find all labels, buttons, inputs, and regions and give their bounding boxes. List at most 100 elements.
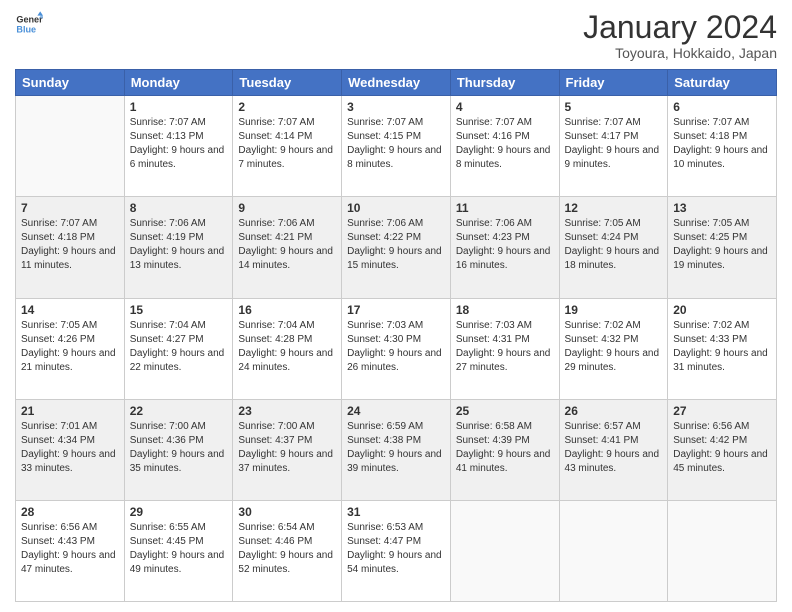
day-info: Sunrise: 7:01 AMSunset: 4:34 PMDaylight:… <box>21 420 119 476</box>
page: General Blue January 2024 Toyoura, Hokka… <box>0 0 792 612</box>
table-row: 20Sunrise: 7:02 AMSunset: 4:33 PMDayligh… <box>668 298 777 399</box>
table-row <box>16 96 125 197</box>
day-number: 29 <box>130 505 228 519</box>
table-row: 2 Sunrise: 7:07 AMSunset: 4:14 PMDaylight… <box>233 96 342 197</box>
day-info: Sunrise: 7:00 AMSunset: 4:36 PMDaylight:… <box>130 420 228 476</box>
day-info: Sunrise: 7:04 AMSunset: 4:27 PMDaylight:… <box>130 319 228 375</box>
table-row <box>559 500 668 601</box>
day-number: 1 <box>130 100 228 114</box>
table-row: 24Sunrise: 6:59 AMSunset: 4:38 PMDayligh… <box>342 399 451 500</box>
calendar-week-row: 28 Sunrise: 6:56 AMSunset: 4:43 PMDayligh… <box>16 500 777 601</box>
day-number: 25 <box>456 404 554 418</box>
day-number: 6 <box>673 100 771 114</box>
table-row <box>450 500 559 601</box>
col-friday: Friday <box>559 70 668 96</box>
day-info: Sunrise: 7:02 AMSunset: 4:32 PMDaylight:… <box>565 319 663 375</box>
day-number: 31 <box>347 505 445 519</box>
day-number: 2 <box>238 100 336 114</box>
svg-text:General: General <box>16 15 43 25</box>
table-row: 19Sunrise: 7:02 AMSunset: 4:32 PMDayligh… <box>559 298 668 399</box>
day-number: 23 <box>238 404 336 418</box>
table-row: 4Sunrise: 7:07 AMSunset: 4:16 PMDaylight… <box>450 96 559 197</box>
day-info: Sunrise: 7:06 AMSunset: 4:19 PMDaylight:… <box>130 217 228 273</box>
table-row: 26Sunrise: 6:57 AMSunset: 4:41 PMDayligh… <box>559 399 668 500</box>
day-info: Sunrise: 7:04 AMSunset: 4:28 PMDaylight:… <box>238 319 336 375</box>
day-number: 7 <box>21 201 119 215</box>
table-row: 30Sunrise: 6:54 AMSunset: 4:46 PMDayligh… <box>233 500 342 601</box>
day-number: 16 <box>238 303 336 317</box>
day-info: Sunrise: 6:59 AMSunset: 4:38 PMDaylight:… <box>347 420 445 476</box>
col-thursday: Thursday <box>450 70 559 96</box>
table-row <box>668 500 777 601</box>
col-wednesday: Wednesday <box>342 70 451 96</box>
table-row: 7Sunrise: 7:07 AMSunset: 4:18 PMDaylight… <box>16 197 125 298</box>
day-info: Sunrise: 6:54 AMSunset: 4:46 PMDaylight:… <box>238 521 336 577</box>
day-number: 27 <box>673 404 771 418</box>
table-row: 14 Sunrise: 7:05 AMSunset: 4:26 PMDayligh… <box>16 298 125 399</box>
day-info: Sunrise: 6:56 AMSunset: 4:42 PMDaylight:… <box>673 420 771 476</box>
day-number: 21 <box>21 404 119 418</box>
day-number: 22 <box>130 404 228 418</box>
day-number: 13 <box>673 201 771 215</box>
subtitle: Toyoura, Hokkaido, Japan <box>583 45 777 61</box>
day-number: 26 <box>565 404 663 418</box>
day-number: 28 <box>21 505 119 519</box>
day-info: Sunrise: 6:56 AMSunset: 4:43 PMDaylight:… <box>21 521 119 577</box>
day-info: Sunrise: 7:07 AMSunset: 4:17 PMDaylight:… <box>565 116 663 172</box>
table-row: 6 Sunrise: 7:07 AMSunset: 4:18 PMDaylight… <box>668 96 777 197</box>
col-saturday: Saturday <box>668 70 777 96</box>
table-row: 15Sunrise: 7:04 AMSunset: 4:27 PMDayligh… <box>124 298 233 399</box>
table-row: 23Sunrise: 7:00 AMSunset: 4:37 PMDayligh… <box>233 399 342 500</box>
day-number: 14 <box>21 303 119 317</box>
day-info: Sunrise: 7:03 AMSunset: 4:30 PMDaylight:… <box>347 319 445 375</box>
table-row: 5 Sunrise: 7:07 AMSunset: 4:17 PMDaylight… <box>559 96 668 197</box>
calendar-week-row: 7Sunrise: 7:07 AMSunset: 4:18 PMDaylight… <box>16 197 777 298</box>
table-row: 11Sunrise: 7:06 AMSunset: 4:23 PMDayligh… <box>450 197 559 298</box>
day-number: 11 <box>456 201 554 215</box>
table-row: 21 Sunrise: 7:01 AMSunset: 4:34 PMDayligh… <box>16 399 125 500</box>
day-info: Sunrise: 7:07 AMSunset: 4:15 PMDaylight:… <box>347 116 445 172</box>
header: General Blue January 2024 Toyoura, Hokka… <box>15 10 777 61</box>
col-monday: Monday <box>124 70 233 96</box>
day-info: Sunrise: 7:03 AMSunset: 4:31 PMDaylight:… <box>456 319 554 375</box>
calendar-header-row: Sunday Monday Tuesday Wednesday Thursday… <box>16 70 777 96</box>
day-number: 5 <box>565 100 663 114</box>
table-row: 10 Sunrise: 7:06 AMSunset: 4:22 PMDayligh… <box>342 197 451 298</box>
table-row: 31 Sunrise: 6:53 AMSunset: 4:47 PMDayligh… <box>342 500 451 601</box>
table-row: 17 Sunrise: 7:03 AMSunset: 4:30 PMDayligh… <box>342 298 451 399</box>
day-info: Sunrise: 7:06 AMSunset: 4:22 PMDaylight:… <box>347 217 445 273</box>
calendar-week-row: 21 Sunrise: 7:01 AMSunset: 4:34 PMDayligh… <box>16 399 777 500</box>
day-number: 3 <box>347 100 445 114</box>
day-number: 8 <box>130 201 228 215</box>
day-number: 18 <box>456 303 554 317</box>
day-info: Sunrise: 7:05 AMSunset: 4:26 PMDaylight:… <box>21 319 119 375</box>
table-row: 29 Sunrise: 6:55 AMSunset: 4:45 PMDayligh… <box>124 500 233 601</box>
day-number: 4 <box>456 100 554 114</box>
day-number: 10 <box>347 201 445 215</box>
calendar-table: Sunday Monday Tuesday Wednesday Thursday… <box>15 69 777 602</box>
day-info: Sunrise: 7:07 AMSunset: 4:18 PMDaylight:… <box>673 116 771 172</box>
col-sunday: Sunday <box>16 70 125 96</box>
day-info: Sunrise: 6:55 AMSunset: 4:45 PMDaylight:… <box>130 521 228 577</box>
table-row: 9Sunrise: 7:06 AMSunset: 4:21 PMDaylight… <box>233 197 342 298</box>
calendar-week-row: 14 Sunrise: 7:05 AMSunset: 4:26 PMDayligh… <box>16 298 777 399</box>
day-number: 17 <box>347 303 445 317</box>
day-number: 9 <box>238 201 336 215</box>
day-info: Sunrise: 7:07 AMSunset: 4:14 PMDaylight:… <box>238 116 336 172</box>
calendar-week-row: 1 Sunrise: 7:07 AMSunset: 4:13 PMDaylight… <box>16 96 777 197</box>
logo-icon: General Blue <box>15 10 43 38</box>
day-number: 12 <box>565 201 663 215</box>
title-block: January 2024 Toyoura, Hokkaido, Japan <box>583 10 777 61</box>
day-info: Sunrise: 7:07 AMSunset: 4:13 PMDaylight:… <box>130 116 228 172</box>
logo: General Blue <box>15 10 43 38</box>
day-number: 20 <box>673 303 771 317</box>
table-row: 3 Sunrise: 7:07 AMSunset: 4:15 PMDaylight… <box>342 96 451 197</box>
col-tuesday: Tuesday <box>233 70 342 96</box>
table-row: 1 Sunrise: 7:07 AMSunset: 4:13 PMDaylight… <box>124 96 233 197</box>
main-title: January 2024 <box>583 10 777 45</box>
table-row: 28 Sunrise: 6:56 AMSunset: 4:43 PMDayligh… <box>16 500 125 601</box>
table-row: 12Sunrise: 7:05 AMSunset: 4:24 PMDayligh… <box>559 197 668 298</box>
day-info: Sunrise: 6:53 AMSunset: 4:47 PMDaylight:… <box>347 521 445 577</box>
table-row: 27 Sunrise: 6:56 AMSunset: 4:42 PMDayligh… <box>668 399 777 500</box>
day-info: Sunrise: 7:05 AMSunset: 4:25 PMDaylight:… <box>673 217 771 273</box>
